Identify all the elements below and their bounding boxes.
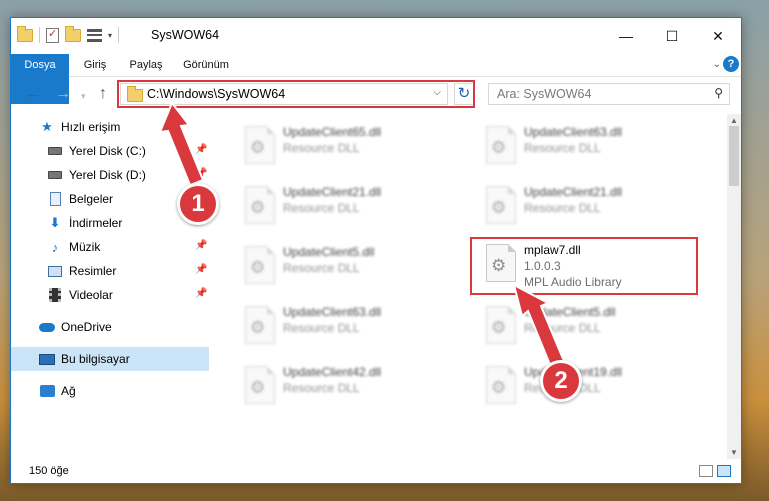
step-badge-1: 1 [177,183,219,225]
annotation-arrows [158,101,568,374]
step-badge-2: 2 [540,360,582,402]
arrow-to-file [512,283,568,374]
arrow-to-address [158,101,205,187]
